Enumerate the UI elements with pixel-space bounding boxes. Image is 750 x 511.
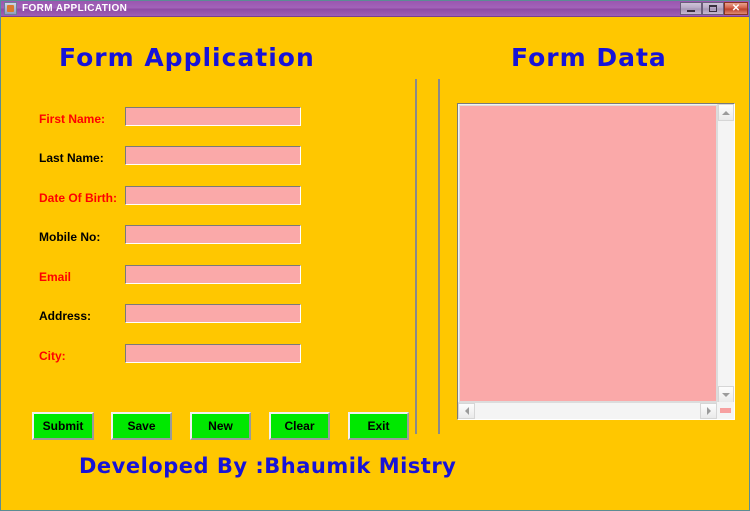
scrollbar-corner xyxy=(717,402,734,419)
scroll-right-button[interactable] xyxy=(700,403,717,419)
form-data-textarea[interactable] xyxy=(459,105,717,402)
panel-divider-right xyxy=(438,79,440,434)
first-name-input[interactable] xyxy=(125,107,301,126)
exit-button[interactable]: Exit xyxy=(348,412,409,440)
save-button[interactable]: Save xyxy=(111,412,172,440)
title-bar[interactable]: FORM APPLICATION ✕ xyxy=(1,1,749,17)
email-input[interactable] xyxy=(125,265,301,284)
developer-credit: Developed By :Bhaumik Mistry xyxy=(79,454,457,478)
panel-divider-left xyxy=(415,79,417,434)
new-button[interactable]: New xyxy=(190,412,251,440)
date-of-birth-input[interactable] xyxy=(125,186,301,205)
last-name-input[interactable] xyxy=(125,146,301,165)
minimize-icon xyxy=(687,10,695,12)
window-controls: ✕ xyxy=(680,2,748,15)
label-first-name: First Name: xyxy=(39,112,106,126)
mobile-no-input[interactable] xyxy=(125,225,301,244)
app-icon xyxy=(4,2,17,15)
form-data-panel xyxy=(457,103,735,420)
label-email: Email xyxy=(39,270,72,284)
submit-button[interactable]: Submit xyxy=(32,412,94,440)
close-icon: ✕ xyxy=(731,2,741,14)
page-title-form-data: Form Data xyxy=(511,43,667,72)
chevron-left-icon xyxy=(464,407,469,415)
vertical-scrollbar[interactable] xyxy=(717,104,734,403)
city-input[interactable] xyxy=(125,344,301,363)
chevron-up-icon xyxy=(722,110,730,115)
horizontal-scrollbar[interactable] xyxy=(458,402,734,419)
label-last-name: Last Name: xyxy=(39,151,104,165)
scroll-down-button[interactable] xyxy=(718,386,734,403)
label-mobile-no: Mobile No: xyxy=(39,230,101,244)
label-city: City: xyxy=(39,349,66,363)
chevron-down-icon xyxy=(722,392,730,397)
client-area: Form Application Form Data First Name: L… xyxy=(1,17,749,510)
minimize-button[interactable] xyxy=(680,2,702,15)
label-date-of-birth: Date Of Birth: xyxy=(39,191,117,205)
address-input[interactable] xyxy=(125,304,301,323)
page-title-form-application: Form Application xyxy=(59,43,315,72)
maximize-button[interactable] xyxy=(702,2,724,15)
scroll-up-button[interactable] xyxy=(718,104,734,121)
close-button[interactable]: ✕ xyxy=(724,2,748,15)
chevron-right-icon xyxy=(706,407,711,415)
clear-button[interactable]: Clear xyxy=(269,412,330,440)
label-address: Address: xyxy=(39,309,92,323)
scroll-left-button[interactable] xyxy=(458,403,475,419)
window-title: FORM APPLICATION xyxy=(22,3,128,14)
maximize-icon xyxy=(709,5,717,12)
form-application-window: FORM APPLICATION ✕ Form Application Form… xyxy=(0,0,750,511)
